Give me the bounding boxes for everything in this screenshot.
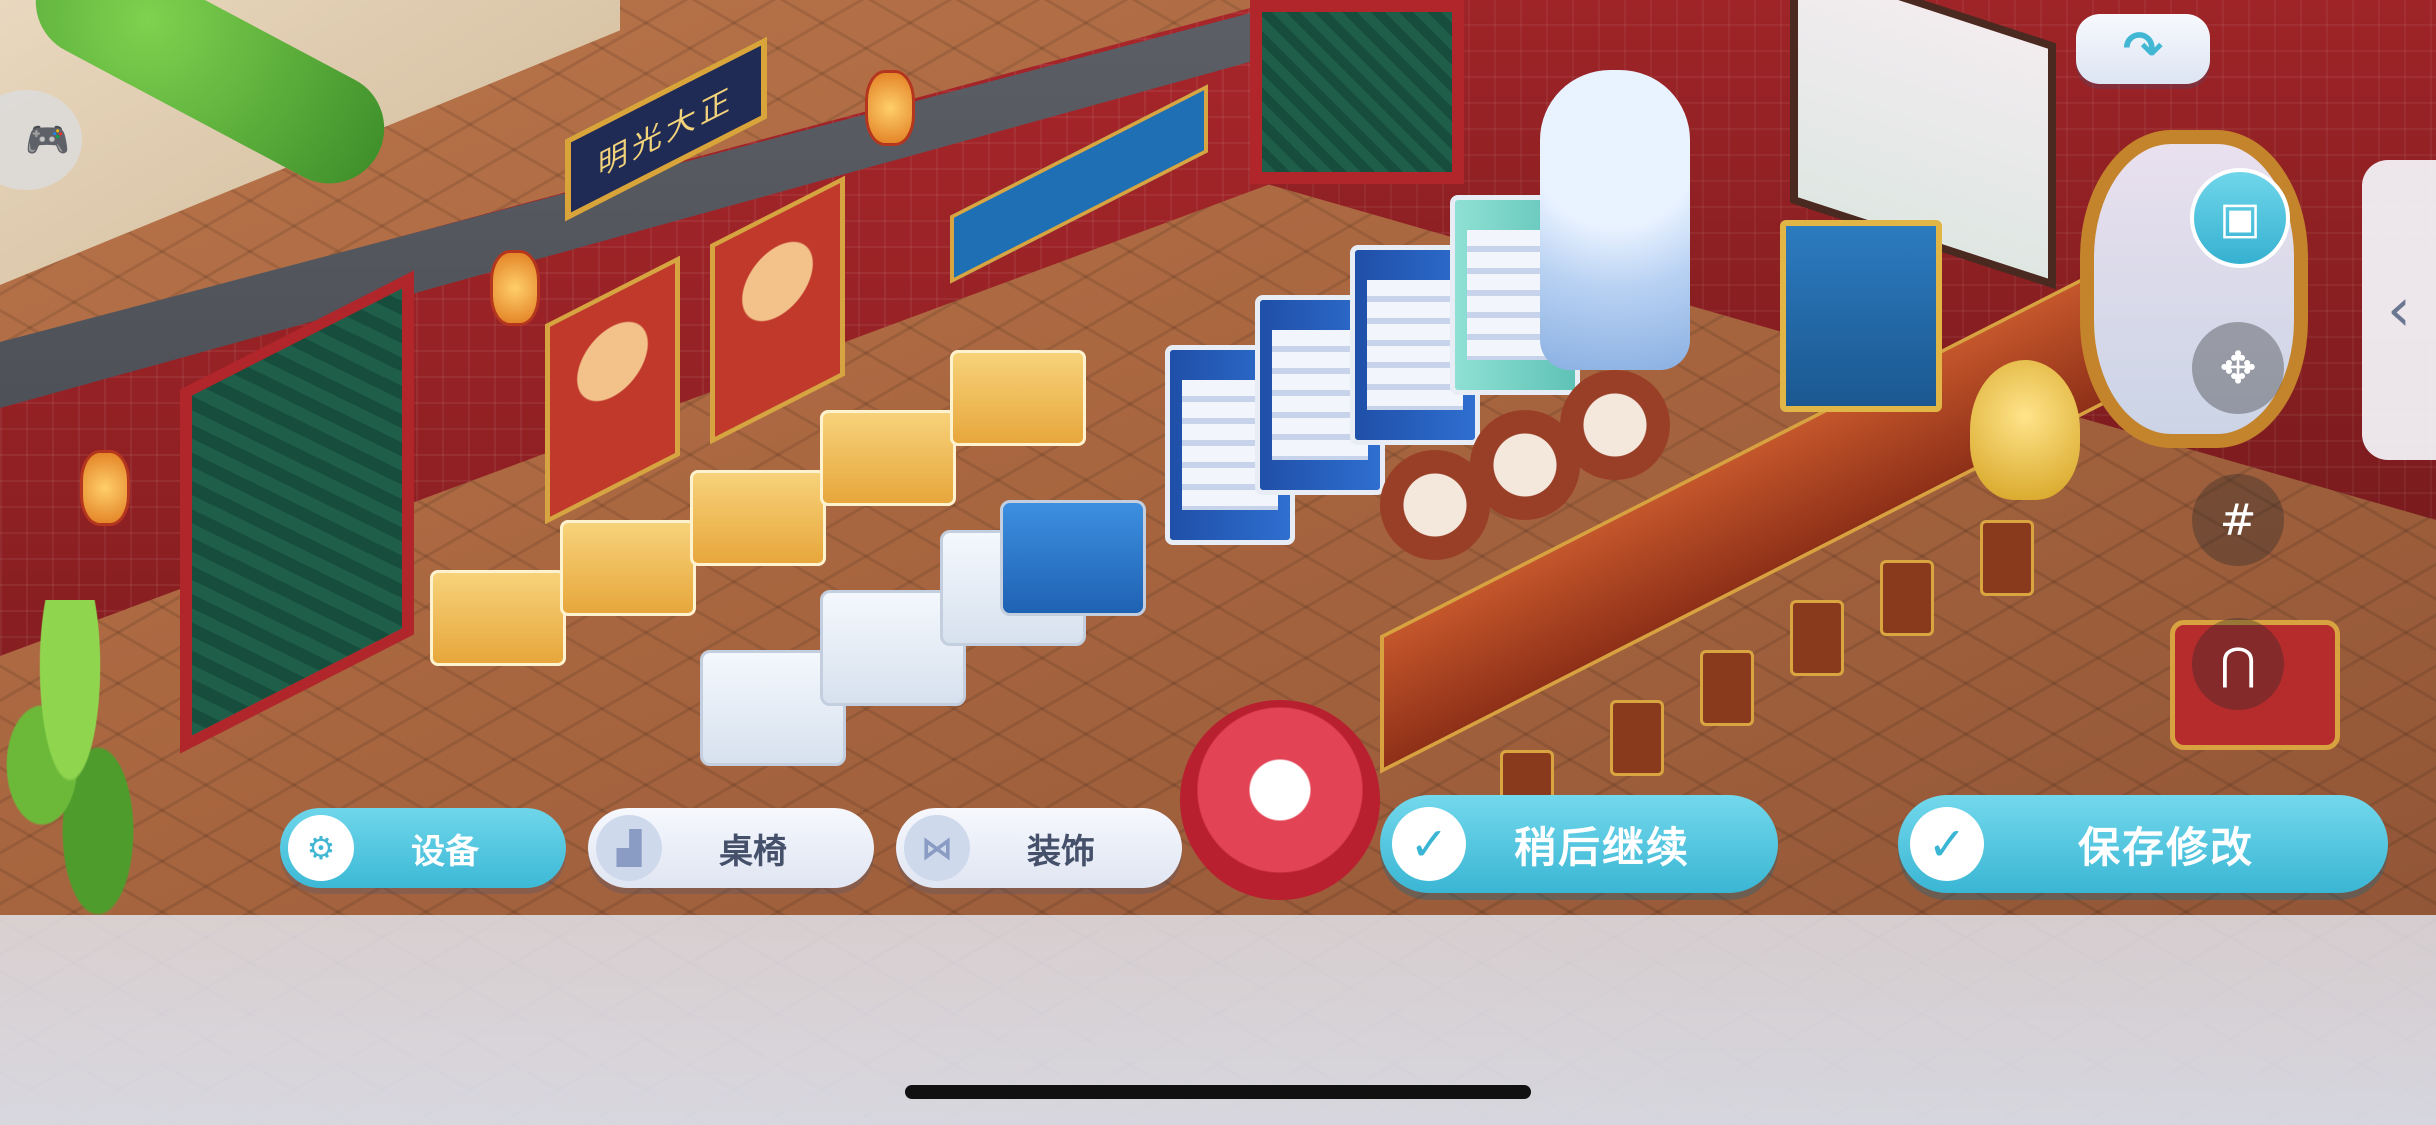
continue-later-label: 稍后继续 <box>1513 822 1690 872</box>
stool[interactable] <box>1610 700 1664 776</box>
golden-fish-statue[interactable] <box>1970 360 2080 500</box>
drum-seat[interactable] <box>1560 370 1670 480</box>
continue-later-button[interactable]: ✓ 稍后继续 <box>1380 795 1778 893</box>
lantern-top <box>865 70 915 146</box>
magnet-button[interactable]: ⋂ <box>2192 618 2284 710</box>
stool[interactable] <box>1880 560 1934 636</box>
game-scene[interactable]: 明光大正 <box>0 0 2436 1125</box>
golden-cabinet[interactable] <box>1780 220 1942 412</box>
dessert-stall[interactable] <box>430 570 566 666</box>
grid-toggle-button[interactable]: # <box>2192 474 2284 566</box>
astronaut-cat-statue[interactable] <box>1540 70 1690 370</box>
save-changes-label: 保存修改 <box>2077 822 2254 872</box>
chevron-left-icon: ‹ <box>2387 275 2411 345</box>
wall-mirror[interactable] <box>2080 130 2308 448</box>
stool[interactable] <box>1790 600 1844 676</box>
tab-equipment[interactable]: ⚙ 设备 <box>280 808 566 888</box>
dessert-stall[interactable] <box>690 470 826 566</box>
redo-button[interactable]: ↷ <box>2076 14 2210 84</box>
collapse-panel-button[interactable]: ‹ <box>2362 160 2436 460</box>
stool[interactable] <box>1700 650 1754 726</box>
lantern-mid <box>490 250 540 326</box>
grid-icon: # <box>2219 494 2257 546</box>
tab-tables-chairs-label: 桌椅 <box>719 831 787 872</box>
lantern-left <box>80 450 130 526</box>
move-button[interactable]: ✥ <box>2192 322 2284 414</box>
bow-icon: ⋈ <box>904 815 970 881</box>
tab-tables-chairs[interactable]: ▟ 桌椅 <box>588 808 874 888</box>
tab-equipment-label: 设备 <box>411 831 479 872</box>
tab-decorations-label: 装饰 <box>1027 831 1095 872</box>
storage-button[interactable]: ▣ <box>2190 168 2290 268</box>
storage-box-icon: ▣ <box>2219 192 2261 244</box>
move-arrows-icon: ✥ <box>2219 342 2257 394</box>
checkmark-icon: ✓ <box>1910 807 1984 881</box>
home-indicator[interactable] <box>905 1085 1531 1099</box>
back-door[interactable] <box>1250 0 1464 184</box>
checkmark-icon: ✓ <box>1392 807 1466 881</box>
redo-arrow-icon: ↷ <box>2122 21 2164 77</box>
armchair-icon: ▟ <box>596 815 662 881</box>
save-changes-button[interactable]: ✓ 保存修改 <box>1898 795 2388 893</box>
mixer-icon: ⚙ <box>288 815 354 881</box>
stool[interactable] <box>1980 520 2034 596</box>
dessert-stall[interactable] <box>560 520 696 616</box>
lion-dance-head[interactable] <box>1180 700 1380 900</box>
ice-cream-freezer[interactable] <box>1000 500 1146 616</box>
tab-decorations[interactable]: ⋈ 装饰 <box>896 808 1182 888</box>
magnet-icon: ⋂ <box>2219 638 2257 690</box>
dessert-stall[interactable] <box>950 350 1086 446</box>
dessert-stall[interactable] <box>820 410 956 506</box>
bamboo-plant <box>0 600 140 930</box>
